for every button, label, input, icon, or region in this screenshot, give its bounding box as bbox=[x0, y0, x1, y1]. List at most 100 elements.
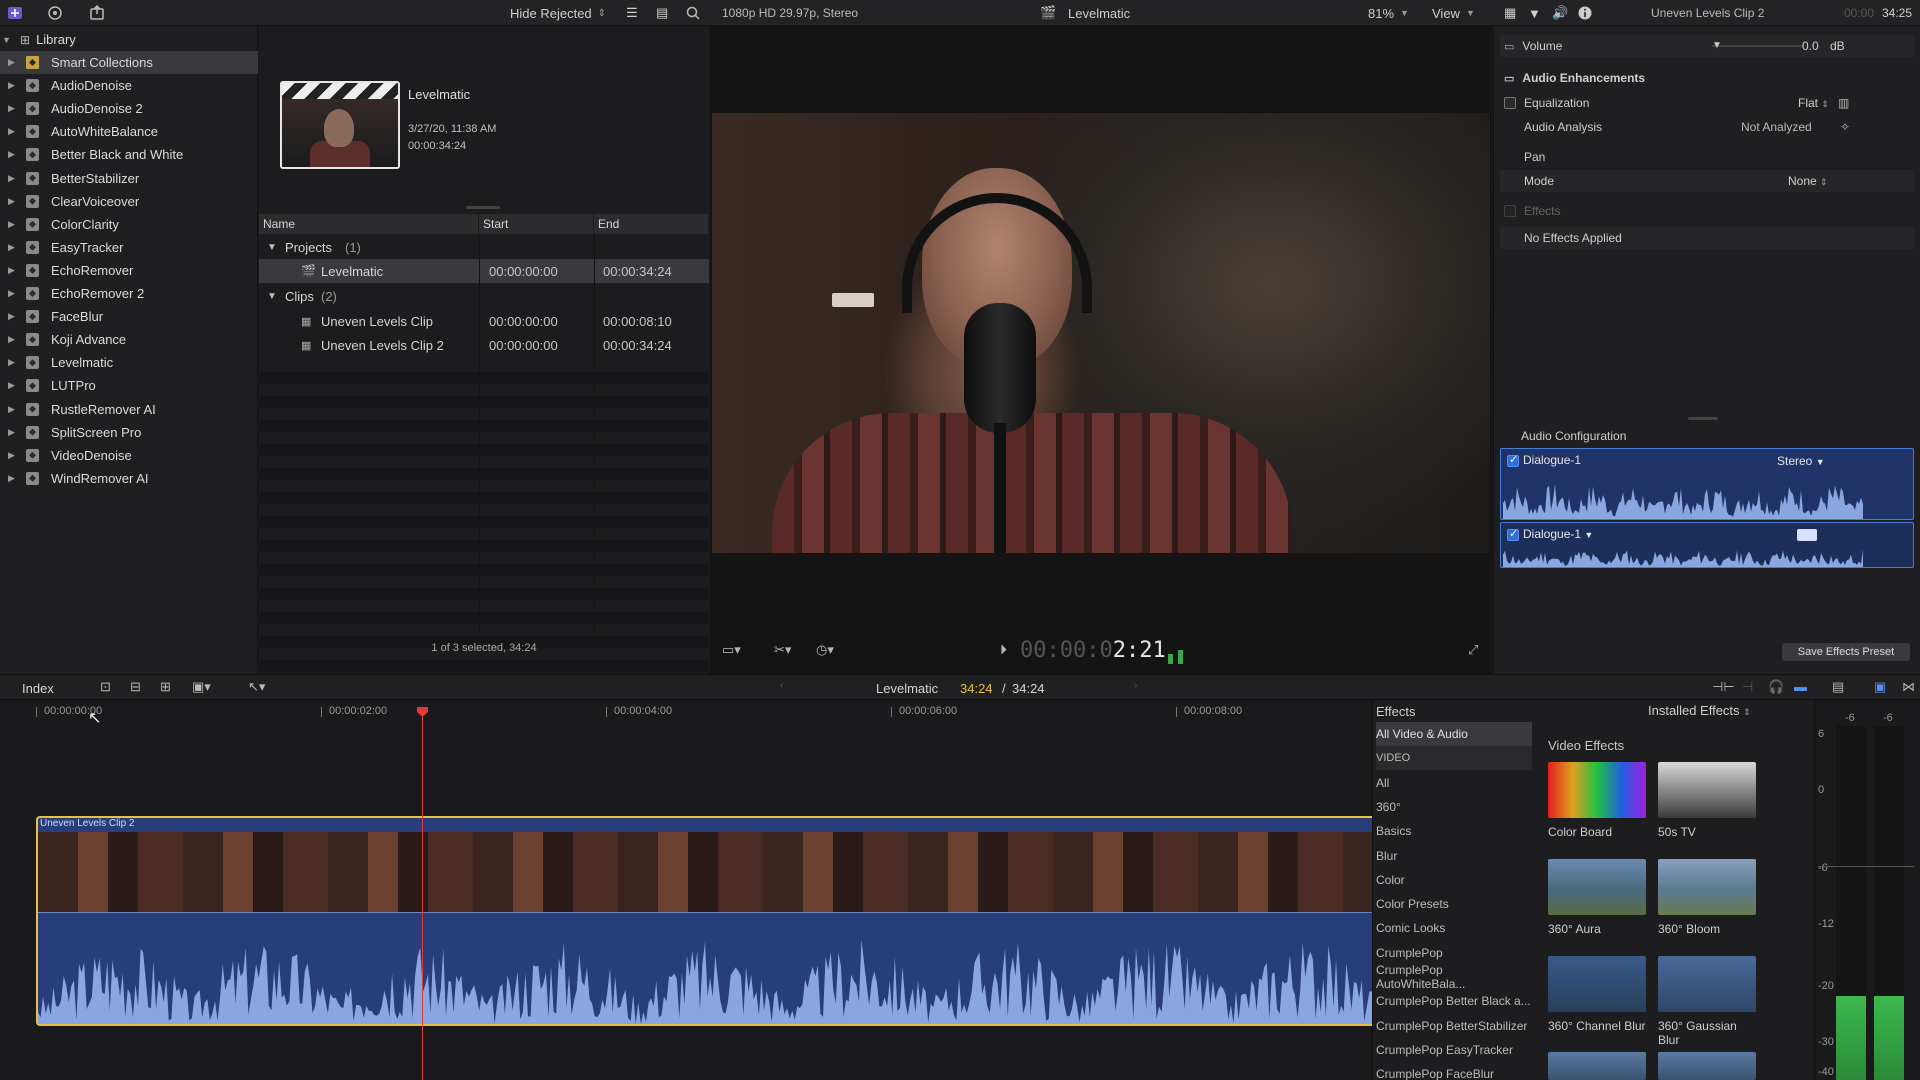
disclosure-closed-icon[interactable]: ▶ bbox=[8, 149, 18, 160]
volume-value[interactable]: 0.0 bbox=[1802, 39, 1819, 53]
library-event[interactable]: ▶ EchoRemover 2 bbox=[0, 282, 258, 305]
table-row[interactable]: ▦ Uneven Levels Clip 00:00:00:00 00:00:0… bbox=[259, 309, 709, 333]
zoom-dropdown[interactable]: 81% ▼ bbox=[1368, 4, 1409, 22]
list-view-icon[interactable]: ☰ bbox=[626, 4, 638, 22]
effects-category[interactable]: CrumplePop FaceBlur bbox=[1376, 1062, 1532, 1080]
disclosure-closed-icon[interactable]: ▶ bbox=[8, 126, 18, 137]
effects-category[interactable]: CrumplePop bbox=[1376, 941, 1532, 965]
snapping-icon[interactable]: ▬ bbox=[1794, 679, 1807, 694]
library-event[interactable]: ▶ ColorClarity bbox=[0, 213, 258, 236]
effect-thumbnail[interactable] bbox=[1658, 956, 1756, 1012]
channel-dropdown[interactable]: Stereo ▼ bbox=[1777, 454, 1825, 468]
effect-thumbnail[interactable] bbox=[1658, 762, 1756, 818]
effect-thumbnail[interactable] bbox=[1658, 859, 1756, 915]
info-icon[interactable] bbox=[1578, 4, 1592, 22]
audio-component-stereo[interactable]: Dialogue-1 Stereo ▼ bbox=[1500, 448, 1914, 520]
color-inspector-icon[interactable]: ▼ bbox=[1528, 4, 1541, 22]
clip-appearance-icon[interactable]: ▤ bbox=[1832, 679, 1844, 695]
audio-component-channel[interactable]: Dialogue-1 ▼ bbox=[1500, 522, 1914, 568]
chevron-right-icon[interactable]: › bbox=[1134, 680, 1137, 691]
split-handle[interactable] bbox=[1688, 417, 1718, 420]
library-event[interactable]: ▶ SplitScreen Pro bbox=[0, 421, 258, 444]
effects-category[interactable]: Comic Looks bbox=[1376, 916, 1532, 940]
insert-clip-icon[interactable]: ⊟ bbox=[130, 679, 141, 695]
share-icon[interactable] bbox=[88, 4, 106, 22]
fullscreen-icon[interactable]: ⤢ bbox=[1468, 642, 1478, 658]
disclosure-closed-icon[interactable]: ▶ bbox=[8, 404, 18, 415]
magic-wand-icon[interactable]: ✧ bbox=[1840, 120, 1850, 134]
group-clips[interactable]: ▼ Clips (2) bbox=[259, 284, 709, 308]
dialogue-checkbox[interactable] bbox=[1507, 453, 1519, 467]
viewer-layout-icon[interactable]: ▭▾ bbox=[722, 642, 741, 658]
disclosure-closed-icon[interactable]: ▶ bbox=[8, 173, 18, 184]
disclosure-closed-icon[interactable]: ▶ bbox=[8, 473, 18, 484]
library-event[interactable]: ▶ VideoDenoise bbox=[0, 444, 258, 467]
library-event[interactable]: ▶ Smart Collections bbox=[0, 51, 258, 74]
library-event[interactable]: ▶ WindRemover AI bbox=[0, 467, 258, 490]
import-media-icon[interactable] bbox=[6, 4, 24, 22]
effects-category[interactable]: Color Presets bbox=[1376, 892, 1532, 916]
effects-category[interactable]: Color bbox=[1376, 868, 1532, 892]
table-row[interactable]: ▦ Uneven Levels Clip 2 00:00:00:00 00:00… bbox=[259, 333, 709, 357]
effect-thumbnail[interactable] bbox=[1548, 1052, 1646, 1080]
disclosure-closed-icon[interactable]: ▶ bbox=[8, 334, 18, 345]
volume-slider-track[interactable] bbox=[1712, 45, 1802, 47]
dialogue-role-label[interactable]: Dialogue-1 bbox=[1523, 453, 1581, 467]
view-dropdown[interactable]: View ▼ bbox=[1432, 4, 1475, 22]
dialogue-checkbox[interactable] bbox=[1507, 527, 1519, 541]
library-event[interactable]: ▶ LUTPro bbox=[0, 374, 258, 397]
installed-effects-dropdown[interactable]: Installed Effects ⇕ bbox=[1648, 703, 1751, 718]
library-root[interactable]: ▼ ⊞ Library bbox=[0, 28, 258, 51]
effects-browser-icon[interactable]: ▣ bbox=[1874, 679, 1886, 695]
disclosure-closed-icon[interactable]: ▶ bbox=[8, 219, 18, 230]
audio-skimming-icon[interactable]: ⊣ bbox=[1742, 679, 1753, 695]
disclosure-closed-icon[interactable]: ▶ bbox=[8, 450, 18, 461]
search-icon[interactable] bbox=[686, 4, 700, 22]
volume-slider-knob[interactable]: ▼ bbox=[1712, 40, 1722, 51]
effects-category[interactable]: CrumplePop EasyTracker bbox=[1376, 1038, 1532, 1062]
effects-category[interactable]: CrumplePop AutoWhiteBala... bbox=[1376, 963, 1532, 991]
keyword-icon[interactable] bbox=[46, 4, 64, 22]
disclosure-closed-icon[interactable]: ▶ bbox=[8, 57, 18, 68]
disclosure-closed-icon[interactable]: ▶ bbox=[8, 357, 18, 368]
group-projects[interactable]: ▼ Projects (1) bbox=[259, 235, 709, 259]
save-effects-preset-button[interactable]: Save Effects Preset bbox=[1782, 643, 1910, 661]
project-thumbnail[interactable] bbox=[280, 81, 400, 169]
library-event[interactable]: ▶ Better Black and White bbox=[0, 143, 258, 166]
skimming-icon[interactable]: ⊣⊢ bbox=[1712, 679, 1735, 695]
hide-rejected-dropdown[interactable]: Hide Rejected ⇕ bbox=[510, 4, 606, 22]
equalization-checkbox[interactable] bbox=[1504, 97, 1516, 109]
effects-checkbox[interactable] bbox=[1504, 205, 1516, 217]
table-row[interactable]: 🎬 Levelmatic 00:00:00:00 00:00:34:24 bbox=[259, 259, 709, 283]
library-event[interactable]: ▶ Levelmatic bbox=[0, 351, 258, 374]
effects-category[interactable]: Blur bbox=[1376, 844, 1532, 868]
solo-icon[interactable]: 🎧 bbox=[1768, 679, 1784, 695]
library-event[interactable]: ▶ RustleRemover AI bbox=[0, 398, 258, 421]
section-toggle-icon[interactable]: ▭ bbox=[1504, 72, 1514, 85]
effects-category[interactable]: CrumplePop BetterStabilizer bbox=[1376, 1014, 1532, 1038]
library-event[interactable]: ▶ AudioDenoise 2 bbox=[0, 97, 258, 120]
effects-category[interactable]: All Video & Audio bbox=[1376, 722, 1532, 746]
effect-thumbnail[interactable] bbox=[1548, 956, 1646, 1012]
select-tool-icon[interactable]: ↖▾ bbox=[248, 679, 265, 695]
role-dropdown[interactable]: Dialogue-1 ▼ bbox=[1523, 527, 1593, 541]
effects-category[interactable]: Basics bbox=[1376, 819, 1532, 843]
disclosure-closed-icon[interactable]: ▶ bbox=[8, 103, 18, 114]
chevron-left-icon[interactable]: ‹ bbox=[780, 680, 783, 691]
connect-clip-icon[interactable]: ⊡ bbox=[100, 679, 111, 695]
effects-category[interactable]: 360° bbox=[1376, 795, 1532, 819]
speed-icon[interactable]: ◷▾ bbox=[816, 642, 834, 658]
append-clip-icon[interactable]: ⊞ bbox=[160, 679, 171, 695]
filmstrip-view-icon[interactable]: ▤ bbox=[656, 4, 668, 22]
equalization-dropdown[interactable]: Flat ⇕ bbox=[1798, 96, 1829, 110]
library-event[interactable]: ▶ EasyTracker bbox=[0, 236, 258, 259]
effect-thumbnail[interactable] bbox=[1548, 859, 1646, 915]
disclosure-closed-icon[interactable]: ▶ bbox=[8, 242, 18, 253]
effect-thumbnail[interactable] bbox=[1658, 1052, 1756, 1080]
playhead[interactable] bbox=[422, 708, 423, 1080]
disclosure-closed-icon[interactable]: ▶ bbox=[8, 427, 18, 438]
audio-inspector-icon[interactable]: 🔊 bbox=[1552, 4, 1568, 22]
library-event[interactable]: ▶ AudioDenoise bbox=[0, 74, 258, 97]
index-button[interactable]: Index bbox=[22, 681, 54, 696]
library-event[interactable]: ▶ EchoRemover bbox=[0, 259, 258, 282]
